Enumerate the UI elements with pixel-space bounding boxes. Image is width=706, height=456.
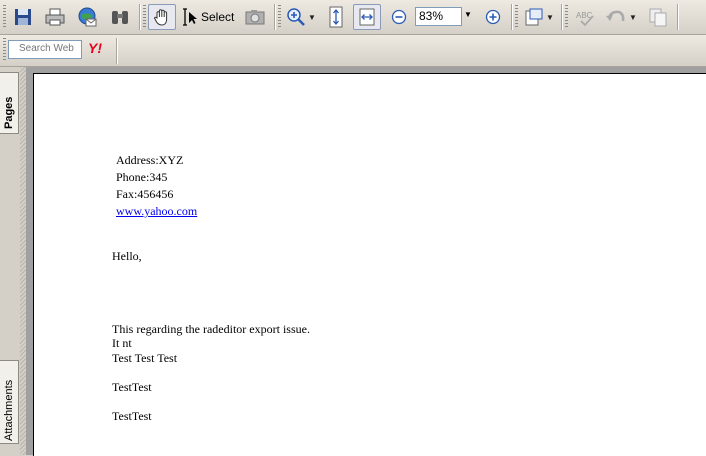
yahoo-logo-button[interactable]: Y! — [88, 40, 102, 56]
find-button[interactable] — [106, 4, 134, 30]
zoom-in-tool-button[interactable]: ▼ — [283, 4, 319, 30]
zoom-dropdown-chevron-icon[interactable]: ▼ — [464, 10, 472, 19]
minus-circle-icon — [391, 9, 407, 25]
chevron-down-icon[interactable]: ▼ — [308, 13, 316, 22]
magnifier-plus-icon — [287, 8, 305, 26]
email-globe-icon — [78, 7, 97, 27]
undo-button[interactable]: ▼ — [603, 4, 639, 30]
body-line: Test Test Test — [112, 351, 178, 365]
fax-line: Fax:456456 — [116, 187, 174, 201]
tab-pages[interactable]: Pages — [0, 72, 19, 134]
copy-button[interactable] — [645, 4, 671, 30]
text-select-icon — [183, 8, 197, 26]
tab-attachments-label: Attachments — [3, 379, 15, 441]
hand-icon — [153, 9, 168, 26]
body-line: This regarding the radeditor export issu… — [112, 322, 310, 336]
tab-attachments[interactable]: Attachments — [0, 360, 19, 444]
website-link[interactable]: www.yahoo.com — [116, 204, 197, 219]
main-toolbar: Select ▼ 83% ▼ ▼ ABC ▼ — [0, 0, 706, 35]
toolbar-grip[interactable] — [565, 5, 568, 29]
fit-width-icon — [359, 8, 375, 26]
copy-pages-icon — [649, 8, 667, 27]
search-toolbar — [0, 35, 706, 67]
zoom-level-field[interactable]: 83% — [415, 7, 462, 26]
search-web-input[interactable]: Search Web — [8, 40, 82, 59]
tab-pages-label: Pages — [3, 96, 15, 129]
rotate-view-button[interactable]: ▼ — [521, 4, 557, 30]
body-line: TestTest — [112, 409, 152, 423]
body-line: TestTest — [112, 380, 152, 394]
save-button[interactable] — [10, 4, 36, 30]
fit-height-icon — [329, 6, 343, 28]
document-page: Address:XYZ Phone:345 Fax:456456 www.yah… — [33, 73, 706, 456]
binoculars-icon — [112, 11, 128, 24]
toolbar-grip[interactable] — [278, 5, 281, 29]
toolbar-grip[interactable] — [515, 5, 518, 29]
spell-check-button[interactable]: ABC — [572, 4, 600, 30]
hand-tool-button[interactable] — [148, 4, 176, 30]
chevron-down-icon[interactable]: ▼ — [546, 13, 554, 22]
spell-check-icon: ABC — [576, 11, 594, 27]
address-line: Address:XYZ — [116, 153, 184, 167]
undo-icon — [606, 10, 625, 22]
printer-icon — [45, 8, 65, 26]
toolbar-grip[interactable] — [3, 5, 6, 29]
greeting-line: Hello, — [112, 249, 142, 263]
select-tool-button[interactable]: Select — [180, 4, 238, 30]
rotate-pages-icon — [525, 8, 543, 26]
fit-page-button[interactable] — [323, 4, 349, 30]
fit-width-button[interactable] — [353, 4, 381, 30]
toolbar-grip[interactable] — [143, 5, 146, 29]
toolbar-grip[interactable] — [3, 38, 6, 62]
zoom-in-button[interactable] — [482, 4, 504, 30]
camera-icon — [245, 10, 265, 25]
chevron-down-icon[interactable]: ▼ — [629, 13, 637, 22]
body-line: It nt — [112, 336, 132, 350]
save-icon — [15, 9, 31, 25]
snapshot-button[interactable] — [241, 4, 269, 30]
select-tool-label: Select — [201, 10, 235, 24]
plus-circle-icon — [485, 9, 501, 25]
zoom-out-button[interactable] — [388, 4, 410, 30]
email-button[interactable] — [73, 4, 101, 30]
print-button[interactable] — [41, 4, 69, 30]
phone-line: Phone:345 — [116, 170, 168, 184]
